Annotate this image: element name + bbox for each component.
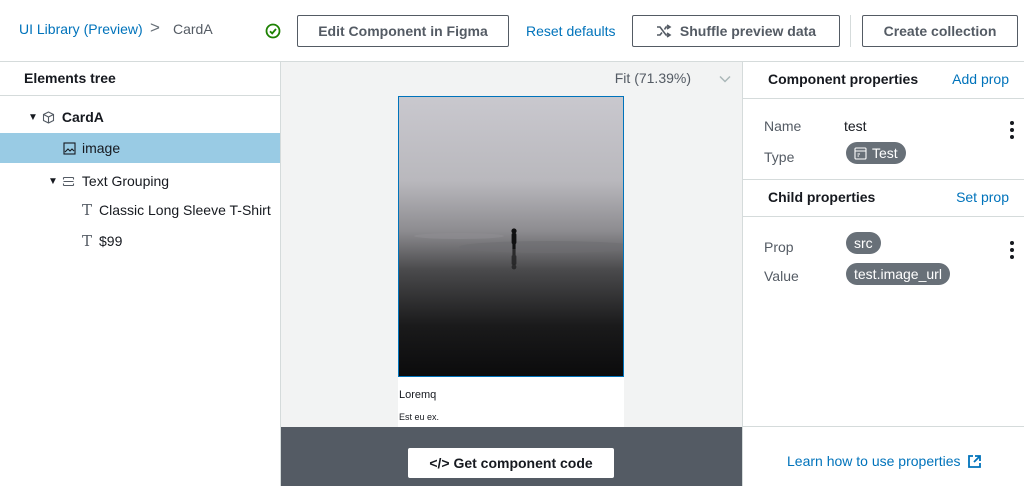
component-type-icon <box>854 146 867 160</box>
type-value: Test <box>872 145 898 161</box>
shuffle-preview-button[interactable]: Shuffle preview data <box>632 15 840 47</box>
add-prop-link[interactable]: Add prop <box>952 71 1009 87</box>
tree-item-label: CardA <box>61 109 104 125</box>
create-collection-button[interactable]: Create collection <box>862 15 1018 47</box>
tree-item-text-grouping[interactable]: ▼ Text Grouping <box>0 166 280 196</box>
properties-panel: Component properties Add prop Name test … <box>742 62 1024 486</box>
chevron-down-icon[interactable] <box>718 72 732 86</box>
reset-defaults-link[interactable]: Reset defaults <box>526 23 616 39</box>
prop-value: src <box>854 235 873 251</box>
name-value: test <box>844 118 867 134</box>
breadcrumb-current: CardA <box>173 21 213 37</box>
expanded-triangle-icon[interactable]: ▼ <box>48 176 58 187</box>
component-properties-header: Component properties Add prop <box>743 62 1024 99</box>
tree-item-text[interactable]: T Classic Long Sleeve T-Shirt <box>0 195 280 225</box>
tree-item-carda[interactable]: ▼ CardA <box>0 102 280 132</box>
cube-icon <box>42 110 56 124</box>
expanded-triangle-icon[interactable]: ▼ <box>28 112 38 123</box>
value-value: test.image_url <box>854 266 942 282</box>
type-label: Type <box>764 149 795 165</box>
learn-properties-link[interactable]: Learn how to use properties <box>787 453 982 469</box>
edit-in-figma-label: Edit Component in Figma <box>318 23 488 39</box>
child-properties-title: Child properties <box>768 189 876 205</box>
group-icon <box>62 174 76 188</box>
component-prop-more-icon[interactable] <box>1008 121 1016 139</box>
learn-properties-label: Learn how to use properties <box>787 453 961 469</box>
text-icon: T <box>82 201 93 219</box>
card-subtitle: Est eu ex. <box>399 412 440 422</box>
footer-divider <box>743 426 1024 427</box>
shuffle-preview-label: Shuffle preview data <box>679 23 817 39</box>
shuffle-icon <box>656 24 672 38</box>
card-preview: Loremq Est eu ex. <box>398 96 624 427</box>
tree-item-text[interactable]: T $99 <box>0 226 280 256</box>
breadcrumb-root-link[interactable]: UI Library (Preview) <box>19 21 143 37</box>
tree-item-label: $99 <box>99 233 123 249</box>
breadcrumb-separator: > <box>150 18 160 37</box>
prop-badge[interactable]: src <box>846 232 881 254</box>
set-prop-link[interactable]: Set prop <box>956 189 1009 205</box>
tree-item-label: image <box>82 140 121 156</box>
external-link-icon <box>967 454 981 468</box>
value-badge[interactable]: test.image_url <box>846 263 950 285</box>
zoom-select[interactable]: Fit (71.39%) <box>615 70 691 86</box>
type-badge[interactable]: Test <box>846 142 906 164</box>
tree-item-image[interactable]: image <box>0 133 280 163</box>
card-title: Loremq <box>399 389 437 401</box>
child-prop-more-icon[interactable] <box>1008 241 1016 259</box>
component-properties-title: Component properties <box>768 71 919 87</box>
name-label: Name <box>764 118 802 134</box>
check-circle-icon <box>265 23 281 39</box>
card-image[interactable] <box>398 96 624 377</box>
elements-tree-title: Elements tree <box>0 62 280 96</box>
text-icon: T <box>82 232 93 250</box>
get-component-code-button[interactable]: </> Get component code <box>408 448 614 478</box>
edit-in-figma-button[interactable]: Edit Component in Figma <box>297 15 509 47</box>
child-properties-header: Child properties Set prop <box>743 180 1024 217</box>
tree-item-label: Classic Long Sleeve T-Shirt <box>99 202 271 218</box>
create-collection-label: Create collection <box>883 23 997 39</box>
image-icon <box>62 141 76 155</box>
code-bar: </> Get component code <box>281 427 742 486</box>
tree-item-label: Text Grouping <box>81 173 170 189</box>
elements-tree-panel: Elements tree ▼ CardA image ▼ Text Group… <box>0 62 281 486</box>
toolbar-divider <box>850 15 851 47</box>
value-label: Value <box>764 268 799 284</box>
preview-canvas: Fit (71.39%) Loremq Est eu ex. </> Get c… <box>281 62 742 486</box>
prop-label: Prop <box>764 239 794 255</box>
person-silhouette-image <box>414 228 623 270</box>
top-bar: UI Library (Preview) > CardA Edit Compon… <box>0 0 1024 62</box>
